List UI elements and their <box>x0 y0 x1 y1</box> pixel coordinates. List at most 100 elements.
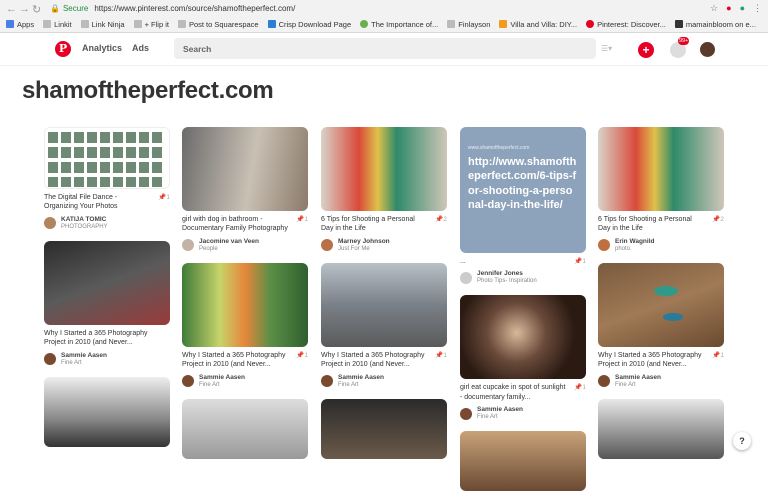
bookmark-mamainbloom[interactable]: mamainbloom on e... <box>674 20 756 29</box>
user-avatar <box>460 271 472 284</box>
add-pin-button[interactable]: + <box>638 42 654 58</box>
repin-count: 📌1 <box>574 258 586 265</box>
star-icon[interactable]: ☆ <box>710 3 718 14</box>
bookmark-post-squarespace[interactable]: Post to Squarespace <box>177 20 259 29</box>
pin-card[interactable] <box>598 398 724 459</box>
menu-dots-icon[interactable]: ⋮ <box>753 3 762 14</box>
pin-attribution[interactable]: Sammie Aasen Fine Art <box>598 374 724 389</box>
pin-card[interactable] <box>182 398 308 459</box>
board-name: Photo Tips- Inspiration <box>477 278 537 285</box>
pinterest-extension-icon[interactable]: ● <box>726 3 731 14</box>
leaf-icon <box>360 20 369 28</box>
pin-card[interactable] <box>44 376 170 447</box>
pin-image[interactable] <box>44 376 170 447</box>
repin-count: 📌1 <box>296 216 308 223</box>
pin-image[interactable] <box>598 398 724 459</box>
pin-description: Why I Started a 365 Photography Project … <box>44 329 148 347</box>
pin-card[interactable]: www.shamoftheperfect.com http://www.sham… <box>460 127 586 285</box>
pin-attribution[interactable]: Marney Johnson Just For Me <box>321 238 447 253</box>
page-icon <box>133 20 142 28</box>
crisp-icon <box>267 20 276 28</box>
repin-count: 📌1 <box>296 351 308 359</box>
user-avatar <box>182 239 194 252</box>
grammarly-extension-icon[interactable]: ● <box>740 3 745 14</box>
search-input[interactable]: Search <box>174 38 596 59</box>
repin-count: 📌2 <box>435 216 447 223</box>
profile-avatar[interactable] <box>700 42 715 57</box>
pinterest-icon <box>586 20 595 28</box>
user-avatar <box>44 353 56 366</box>
browser-chrome: ← → ↻ 🔒 Secure https://www.pinterest.com… <box>0 0 768 33</box>
bookmark-apps[interactable]: Apps <box>6 20 34 29</box>
pinterest-logo[interactable]: P <box>55 41 71 57</box>
pin-image[interactable] <box>44 127 170 189</box>
reload-icon[interactable]: ↻ <box>32 3 41 16</box>
pin-card[interactable]: Why I Started a 365 Photography Project … <box>321 262 447 389</box>
pin-card[interactable]: girl eat cupcake in spot of sunlight - d… <box>460 295 586 421</box>
pin-image[interactable] <box>321 127 447 211</box>
board-name: Fine Art <box>199 381 220 388</box>
bookmark-link-ninja[interactable]: Link Ninja <box>80 20 125 29</box>
pin-card[interactable]: 6 Tips for Shooting a Personal Day in th… <box>321 127 447 253</box>
pin-column: 6 Tips for Shooting a Personal Day in th… <box>321 127 447 469</box>
pin-description: girl eat cupcake in spot of sunlight - d… <box>460 384 566 401</box>
bookmark-villa[interactable]: Villa and Villa: DIY... <box>499 20 577 29</box>
pin-attribution[interactable]: Jacomine van Veen People <box>182 238 308 253</box>
page-icon <box>80 20 89 28</box>
pin-card[interactable]: Why I Started a 365 Photography Project … <box>182 262 308 389</box>
board-name: Fine Art <box>61 359 82 366</box>
pin-column: The Digital File Dance - Organizing Your… <box>44 127 170 457</box>
board-name: Just For Me <box>338 245 370 252</box>
board-name: PHOTOGRAPHY <box>61 223 108 230</box>
pin-card[interactable] <box>460 431 586 492</box>
pin-image[interactable] <box>598 262 724 347</box>
pin-description: Why I Started a 365 Photography Project … <box>598 351 702 369</box>
bookmark-linkit[interactable]: Linkit <box>43 20 72 29</box>
pin-image-link-graphic[interactable]: www.shamoftheperfect.com http://www.sham… <box>460 127 586 253</box>
nav-analytics[interactable]: Analytics <box>82 43 122 53</box>
pin-card[interactable] <box>321 398 447 459</box>
pin-attribution[interactable]: Sammie Aasen Fine Art <box>460 406 586 421</box>
pin-image[interactable] <box>460 295 586 380</box>
board-name: Fine Art <box>338 381 359 388</box>
pin-card[interactable]: Why I Started a 365 Photography Project … <box>44 240 170 367</box>
pin-image[interactable] <box>182 398 308 459</box>
pin-attribution[interactable]: Sammie Aasen Fine Art <box>321 374 447 389</box>
pin-attribution[interactable]: Erin Wagnild photo. <box>598 238 724 253</box>
pin-image[interactable] <box>321 398 447 459</box>
user-avatar <box>321 375 333 388</box>
board-name: Fine Art <box>477 414 498 421</box>
back-icon[interactable]: ← <box>6 3 17 15</box>
pinner-name: Jacomine van Veen <box>199 237 259 245</box>
pin-image[interactable] <box>44 240 170 325</box>
pin-card[interactable]: girl with dog in bathroom - Documentary … <box>182 127 308 253</box>
address-bar[interactable]: 🔒 Secure https://www.pinterest.com/sourc… <box>50 2 716 15</box>
pin-card[interactable]: The Digital File Dance - Organizing Your… <box>44 127 170 231</box>
pin-card[interactable]: Why I Started a 365 Photography Project … <box>598 262 724 389</box>
pin-attribution[interactable]: KATIJA TOMIC PHOTOGRAPHY <box>44 216 170 231</box>
pin-image[interactable] <box>321 262 447 347</box>
pin-card[interactable]: 6 Tips for Shooting a Personal Day in th… <box>598 127 724 253</box>
shop-icon <box>674 20 683 28</box>
bookmarks-bar: Apps Linkit Link Ninja + Flip it Post to… <box>0 16 768 32</box>
bookmark-flip-it[interactable]: + Flip it <box>133 20 169 29</box>
bookmark-importance[interactable]: The Importance of... <box>360 20 438 29</box>
pin-image[interactable] <box>182 127 308 211</box>
url-text[interactable]: https://www.pinterest.com/source/shamoft… <box>94 4 295 13</box>
pin-description: 6 Tips for Shooting a Personal Day in th… <box>321 216 415 233</box>
pin-image[interactable] <box>460 431 586 492</box>
pin-attribution[interactable]: Jennifer Jones Photo Tips- Inspiration <box>460 270 586 285</box>
forward-icon[interactable]: → <box>19 3 30 15</box>
list-menu-icon[interactable]: ☰▾ <box>601 44 619 53</box>
pin-attribution[interactable]: Sammie Aasen Fine Art <box>182 374 308 389</box>
user-avatar <box>182 375 194 388</box>
bookmark-pinterest[interactable]: Pinterest: Discover... <box>586 20 666 29</box>
pinner-name: Jennifer Jones <box>477 270 523 278</box>
nav-ads[interactable]: Ads <box>132 43 149 53</box>
help-button[interactable]: ? <box>733 432 751 450</box>
pin-image[interactable] <box>598 127 724 211</box>
pin-attribution[interactable]: Sammie Aasen Fine Art <box>44 352 170 367</box>
bookmark-crisp[interactable]: Crisp Download Page <box>267 20 351 29</box>
pin-image[interactable] <box>182 262 308 347</box>
bookmark-finlayson[interactable]: Finlayson <box>447 20 490 29</box>
